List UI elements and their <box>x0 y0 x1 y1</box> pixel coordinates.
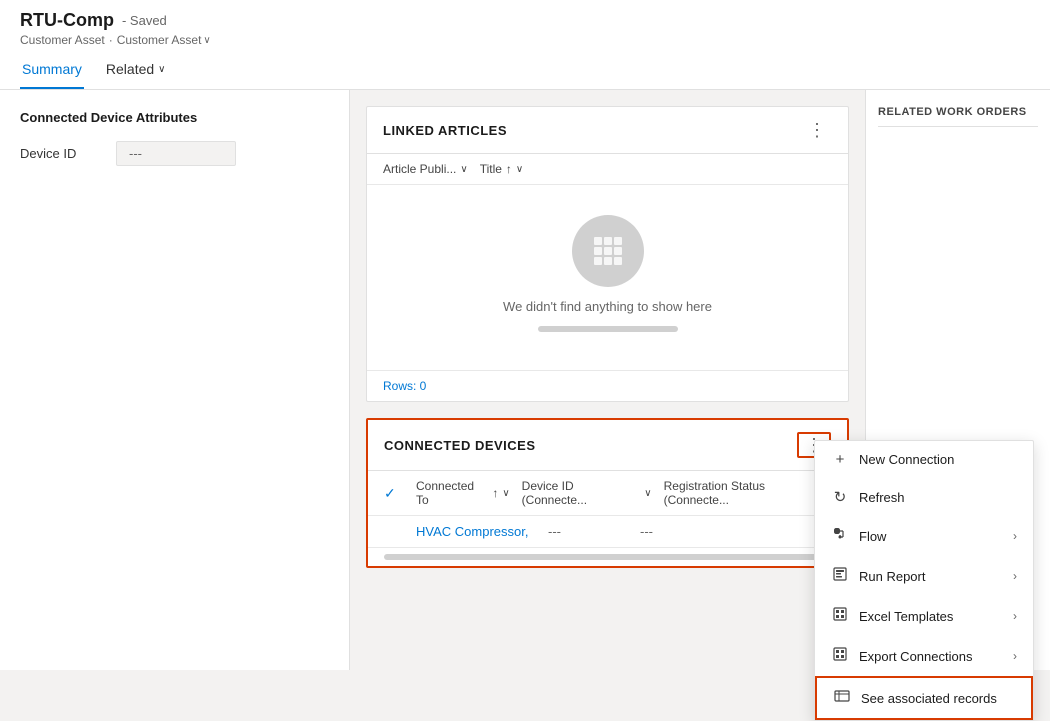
breadcrumb-second-label: Customer Asset <box>117 33 202 47</box>
device-id-label: Device ID <box>20 146 100 161</box>
connected-to-label: Connected To <box>416 479 488 507</box>
flow-chevron-icon: › <box>1013 529 1017 543</box>
registration-status-col[interactable]: Registration Status (Connecte... <box>664 479 831 507</box>
device-id-col-chevron: ∨ <box>644 488 651 499</box>
tab-summary[interactable]: Summary <box>20 53 84 89</box>
excel-templates-chevron-icon: › <box>1013 609 1017 623</box>
device-dashes-1: --- <box>548 524 628 539</box>
device-id-col-label: Device ID (Connecte... <box>522 479 641 507</box>
device-data-row: HVAC Compressor, --- --- <box>368 516 847 548</box>
registration-status-label: Registration Status (Connecte... <box>664 479 831 507</box>
see-associated-records-menu-item[interactable]: See associated records <box>815 676 1033 720</box>
title-col[interactable]: Title ↑ ∨ <box>480 162 524 176</box>
related-work-orders-title: RELATED WORK ORDERS <box>878 106 1038 118</box>
tab-summary-label: Summary <box>22 61 82 77</box>
grid-svg <box>588 231 628 271</box>
tab-related-label: Related <box>106 61 154 77</box>
left-panel: Connected Device Attributes Device ID --… <box>0 90 350 670</box>
connected-to-chevron: ∨ <box>502 488 509 499</box>
linked-articles-header: Linked Articles ⋮ <box>367 107 848 154</box>
context-dropdown-menu: + New Connection ↻ Refresh Flow › Run Re… <box>814 440 1034 721</box>
run-report-menu-item[interactable]: Run Report › <box>815 556 1033 596</box>
flow-icon <box>831 526 849 546</box>
refresh-label: Refresh <box>859 490 1017 505</box>
linked-articles-title: Linked Articles <box>383 123 507 138</box>
rows-count: Rows: 0 <box>367 370 848 401</box>
new-connection-menu-item[interactable]: + New Connection <box>815 441 1033 478</box>
empty-state-text: We didn't find anything to show here <box>503 299 712 314</box>
connected-devices-card: CONNECTED DEVICES ⋮ ✓ Connected To ↑ ∨ D… <box>366 418 849 568</box>
excel-templates-menu-item[interactable]: Excel Templates › <box>815 596 1033 636</box>
hvac-compressor-link[interactable]: HVAC Compressor, <box>416 524 536 539</box>
linked-articles-kebab-button[interactable]: ⋮ <box>802 119 832 141</box>
breadcrumb-dot: · <box>109 33 113 47</box>
export-connections-menu-item[interactable]: Export Connections › <box>815 636 1033 676</box>
breadcrumb-customer-asset-2[interactable]: Customer Asset ∨ <box>117 33 211 47</box>
see-associated-icon <box>833 688 851 708</box>
run-report-chevron-icon: › <box>1013 569 1017 583</box>
excel-templates-icon <box>831 606 849 626</box>
device-dashes-2: --- <box>640 524 720 539</box>
nav-tabs: Summary Related ∨ <box>20 53 1030 89</box>
flow-label: Flow <box>859 529 1003 544</box>
title-label: Title <box>480 162 502 176</box>
refresh-menu-item[interactable]: ↻ Refresh <box>815 478 1033 516</box>
device-id-row: Device ID --- <box>20 141 329 166</box>
new-connection-icon: + <box>831 451 849 468</box>
breadcrumb-chevron-icon: ∨ <box>203 35 210 46</box>
connected-device-attributes-title: Connected Device Attributes <box>20 110 329 125</box>
new-connection-label: New Connection <box>859 452 1017 467</box>
refresh-icon: ↻ <box>831 488 849 506</box>
horizontal-scrollbar[interactable] <box>384 554 831 560</box>
connected-devices-title: CONNECTED DEVICES <box>384 438 536 453</box>
record-name: RTU-Comp <box>20 10 114 31</box>
saved-badge: - Saved <box>122 13 167 28</box>
check-icon: ✓ <box>384 485 396 501</box>
linked-articles-empty-state: We didn't find anything to show here <box>367 185 848 370</box>
connected-devices-columns: ✓ Connected To ↑ ∨ Device ID (Connecte..… <box>368 471 847 516</box>
connected-devices-header: CONNECTED DEVICES ⋮ <box>368 420 847 471</box>
tab-related[interactable]: Related ∨ <box>104 53 168 89</box>
article-publi-label: Article Publi... <box>383 162 456 176</box>
breadcrumb-customer-asset-1[interactable]: Customer Asset <box>20 33 105 47</box>
title-chevron: ∨ <box>516 164 523 175</box>
connected-to-col[interactable]: Connected To ↑ ∨ <box>416 479 510 507</box>
device-id-value: --- <box>116 141 236 166</box>
scroll-bar <box>538 326 678 332</box>
export-connections-chevron-icon: › <box>1013 649 1017 663</box>
article-publi-chevron: ∨ <box>460 164 467 175</box>
center-panel: Linked Articles ⋮ Article Publi... ∨ Tit… <box>350 90 865 670</box>
title-sort-icon: ↑ <box>506 162 512 176</box>
tab-related-chevron-icon: ∨ <box>158 64 165 75</box>
flow-menu-item[interactable]: Flow › <box>815 516 1033 556</box>
see-associated-label: See associated records <box>861 691 1015 706</box>
export-connections-icon <box>831 646 849 666</box>
page-header: RTU-Comp - Saved Customer Asset · Custom… <box>0 0 1050 90</box>
run-report-icon <box>831 566 849 586</box>
right-divider <box>878 126 1038 127</box>
empty-grid-icon <box>572 215 644 287</box>
excel-templates-label: Excel Templates <box>859 609 1003 624</box>
breadcrumb: Customer Asset · Customer Asset ∨ <box>20 33 1030 47</box>
run-report-label: Run Report <box>859 569 1003 584</box>
check-col[interactable]: ✓ <box>384 485 404 502</box>
article-publi-col[interactable]: Article Publi... ∨ <box>383 162 468 176</box>
connected-to-sort: ↑ <box>492 486 498 500</box>
linked-articles-columns: Article Publi... ∨ Title ↑ ∨ <box>367 154 848 185</box>
linked-articles-card: Linked Articles ⋮ Article Publi... ∨ Tit… <box>366 106 849 402</box>
device-id-col[interactable]: Device ID (Connecte... ∨ <box>522 479 652 507</box>
export-connections-label: Export Connections <box>859 649 1003 664</box>
